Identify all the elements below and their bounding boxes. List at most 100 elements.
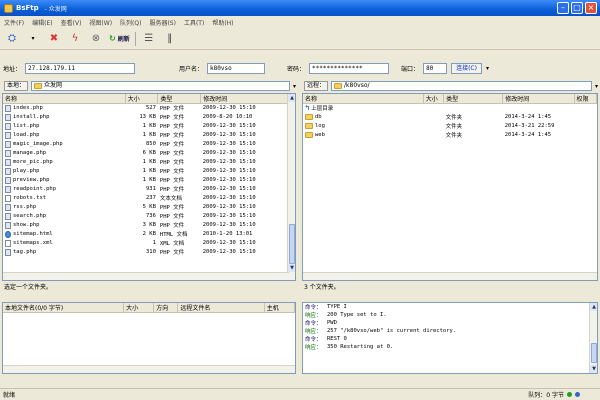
file-type: PHP 文件 [159, 160, 185, 166]
php-file-icon [5, 113, 11, 121]
activity-icon [575, 392, 580, 397]
column-header[interactable]: 名称 [303, 94, 424, 104]
column-header[interactable]: 权限 [574, 94, 597, 104]
column-header[interactable]: 名称 [3, 94, 126, 104]
file-row[interactable]: load.php 1 KB PHP 文件 2009-12-30 15:10 [3, 131, 295, 140]
queue-horizontal-scrollbar[interactable] [3, 365, 295, 373]
log-entry: 命令： REST 0 [303, 335, 597, 343]
file-row[interactable]: magic_image.php 850 PHP 文件 2009-12-30 15:10 [3, 140, 295, 149]
password-input[interactable]: ************** [309, 62, 390, 74]
port-input[interactable]: 80 [423, 62, 448, 74]
file-type: 文件夹 [445, 124, 463, 130]
column-header[interactable]: 远程文件名 [177, 303, 265, 313]
minimize-button[interactable]: – [557, 2, 569, 14]
file-row[interactable]: index.php 527 PHP 文件 2009-12-30 15:10 [3, 104, 295, 113]
file-row[interactable]: sitemaps.xml 1 XML 文档 2009-12-30 15:10 [3, 239, 295, 248]
column-header[interactable]: 本地文件名(0/0 字节) [3, 303, 125, 313]
disconnect-icon[interactable]: ✖ [46, 31, 62, 47]
column-header[interactable]: 大小 [125, 94, 159, 104]
menu-item[interactable]: 服务器(S) [149, 18, 176, 27]
user-input[interactable]: k80vso [207, 62, 266, 74]
local-file-list[interactable]: 名称 大小 类型 修改时间 index.php 527 PHP 文件 2009-12-30 … [2, 93, 296, 281]
local-path-input[interactable]: 众发网 [31, 81, 290, 91]
file-row[interactable]: web 文件夹 2014-3-24 1:45 [303, 131, 597, 140]
title-bar: BsFtp - 众发网 – □ × [0, 0, 600, 16]
close-button[interactable]: × [585, 2, 597, 14]
menu-item[interactable]: 工具(T) [184, 18, 204, 27]
file-row[interactable]: install.php 13 KB PHP 文件 2009-8-20 10:10 [3, 113, 295, 122]
menu-item[interactable]: 帮助(H) [212, 18, 233, 27]
column-header[interactable]: 类型 [157, 94, 202, 104]
scroll-thumb[interactable] [289, 224, 295, 264]
php-file-icon [5, 221, 11, 229]
file-row[interactable]: db 文件夹 2014-3-24 1:45 [303, 113, 597, 122]
file-row[interactable]: manage.php 6 KB PHP 文件 2009-12-30 15:10 [3, 149, 295, 158]
connect-button[interactable]: 连接(C) [451, 62, 482, 74]
menu-item[interactable]: 队列(Q) [120, 18, 141, 27]
file-date: 2009-12-30 15:10 [202, 240, 256, 246]
refresh-button[interactable]: ↻ 刷新 [109, 31, 130, 47]
log-vertical-scrollbar[interactable]: ▲ ▼ [589, 303, 597, 373]
menu-item[interactable]: 文件(F) [4, 18, 24, 27]
file-row[interactable]: ↰ 上层目录 [303, 104, 597, 113]
local-path-dropdown-icon[interactable]: ▾ [293, 83, 296, 90]
menu-item[interactable]: 查看(V) [61, 18, 82, 27]
file-row[interactable]: sitemap.html 2 KB HTML 文档 2010-1-20 13:01 [3, 230, 295, 239]
remote-horizontal-scrollbar[interactable] [303, 272, 597, 280]
scroll-up-icon[interactable]: ▲ [288, 94, 295, 102]
local-horizontal-scrollbar[interactable] [3, 272, 289, 280]
pause-icon[interactable]: ‖ [162, 31, 178, 47]
file-row[interactable]: robots.txt 237 文本文档 2009-12-30 15:10 [3, 194, 295, 203]
file-date: 2009-12-30 15:10 [202, 222, 256, 228]
file-row[interactable]: tag.php 310 PHP 文件 2009-12-30 15:10 [3, 248, 295, 257]
remote-path-input[interactable]: /k80vso/ [331, 81, 592, 91]
log-label: 响应： [305, 313, 322, 319]
lightning-icon[interactable]: ϟ [67, 31, 83, 47]
file-row[interactable]: more_pic.php 1 KB PHP 文件 2009-12-30 15:10 [3, 158, 295, 167]
column-header[interactable]: 方向 [153, 303, 179, 313]
maximize-button[interactable]: □ [571, 2, 583, 14]
file-row[interactable]: rss.php 5 KB PHP 文件 2009-12-30 15:10 [3, 203, 295, 212]
column-header[interactable]: 类型 [443, 94, 504, 104]
file-type: PHP 文件 [159, 124, 185, 130]
remote-path-dropdown-icon[interactable]: ▾ [595, 83, 598, 90]
local-vertical-scrollbar[interactable]: ▲ ▼ [287, 94, 295, 280]
stop-icon[interactable]: ⊗ [88, 31, 104, 47]
file-row[interactable]: list.php 1 KB PHP 文件 2009-12-30 15:10 [3, 122, 295, 131]
log-entry: 命令： TYPE I [303, 303, 597, 311]
file-name: magic_image.php [13, 141, 63, 147]
queue-icon[interactable]: ☰ [141, 31, 157, 47]
file-row[interactable]: show.php 3 KB PHP 文件 2009-12-30 15:10 [3, 221, 295, 230]
file-row[interactable]: readpoint.php 931 PHP 文件 2009-12-30 15:10 [3, 185, 295, 194]
connect-dropdown-icon[interactable]: ▾ [486, 65, 489, 72]
file-row[interactable]: log 文件夹 2014-3-21 22:59 [303, 122, 597, 131]
column-header[interactable]: 大小 [123, 303, 155, 313]
file-row[interactable]: search.php 736 PHP 文件 2009-12-30 15:10 [3, 212, 295, 221]
column-header[interactable]: 大小 [423, 94, 445, 104]
column-header[interactable]: 主机 [264, 303, 295, 313]
file-type: XML 文档 [159, 241, 185, 247]
dropdown-arrow-icon[interactable]: ▾ [25, 31, 41, 47]
site-manager-icon[interactable]: ⛭ [4, 31, 20, 47]
transfer-queue[interactable]: 本地文件名(0/0 字节) 大小 方向 远程文件名 主机 [2, 302, 296, 374]
column-header[interactable]: 修改时间 [200, 94, 295, 104]
file-row[interactable]: preview.php 1 KB PHP 文件 2009-12-30 15:10 [3, 176, 295, 185]
refresh-icon: ↻ [109, 34, 116, 43]
file-type: PHP 文件 [159, 178, 185, 184]
file-row[interactable]: play.php 1 KB PHP 文件 2009-12-30 15:10 [3, 167, 295, 176]
local-path-value: 众发网 [44, 82, 63, 89]
scroll-down-icon[interactable]: ▼ [590, 365, 597, 373]
scroll-thumb[interactable] [591, 343, 597, 363]
scroll-down-icon[interactable]: ▼ [288, 264, 295, 272]
file-name: sitemap.html [13, 231, 53, 237]
folder-icon [305, 132, 313, 138]
host-input[interactable]: 27.128.179.11 [25, 62, 136, 74]
column-header[interactable]: 修改时间 [502, 94, 575, 104]
menu-item[interactable]: 编辑(E) [32, 18, 52, 27]
remote-file-list[interactable]: 名称 大小 类型 修改时间 权限 ↰ 上层目录 db 文件夹 2014-3-24 1:45 log… [302, 93, 598, 281]
file-date [503, 104, 574, 113]
menu-item[interactable]: 视图(W) [89, 18, 112, 27]
refresh-label: 刷新 [117, 36, 130, 43]
scroll-up-icon[interactable]: ▲ [590, 303, 597, 311]
file-type: PHP 文件 [159, 106, 185, 113]
